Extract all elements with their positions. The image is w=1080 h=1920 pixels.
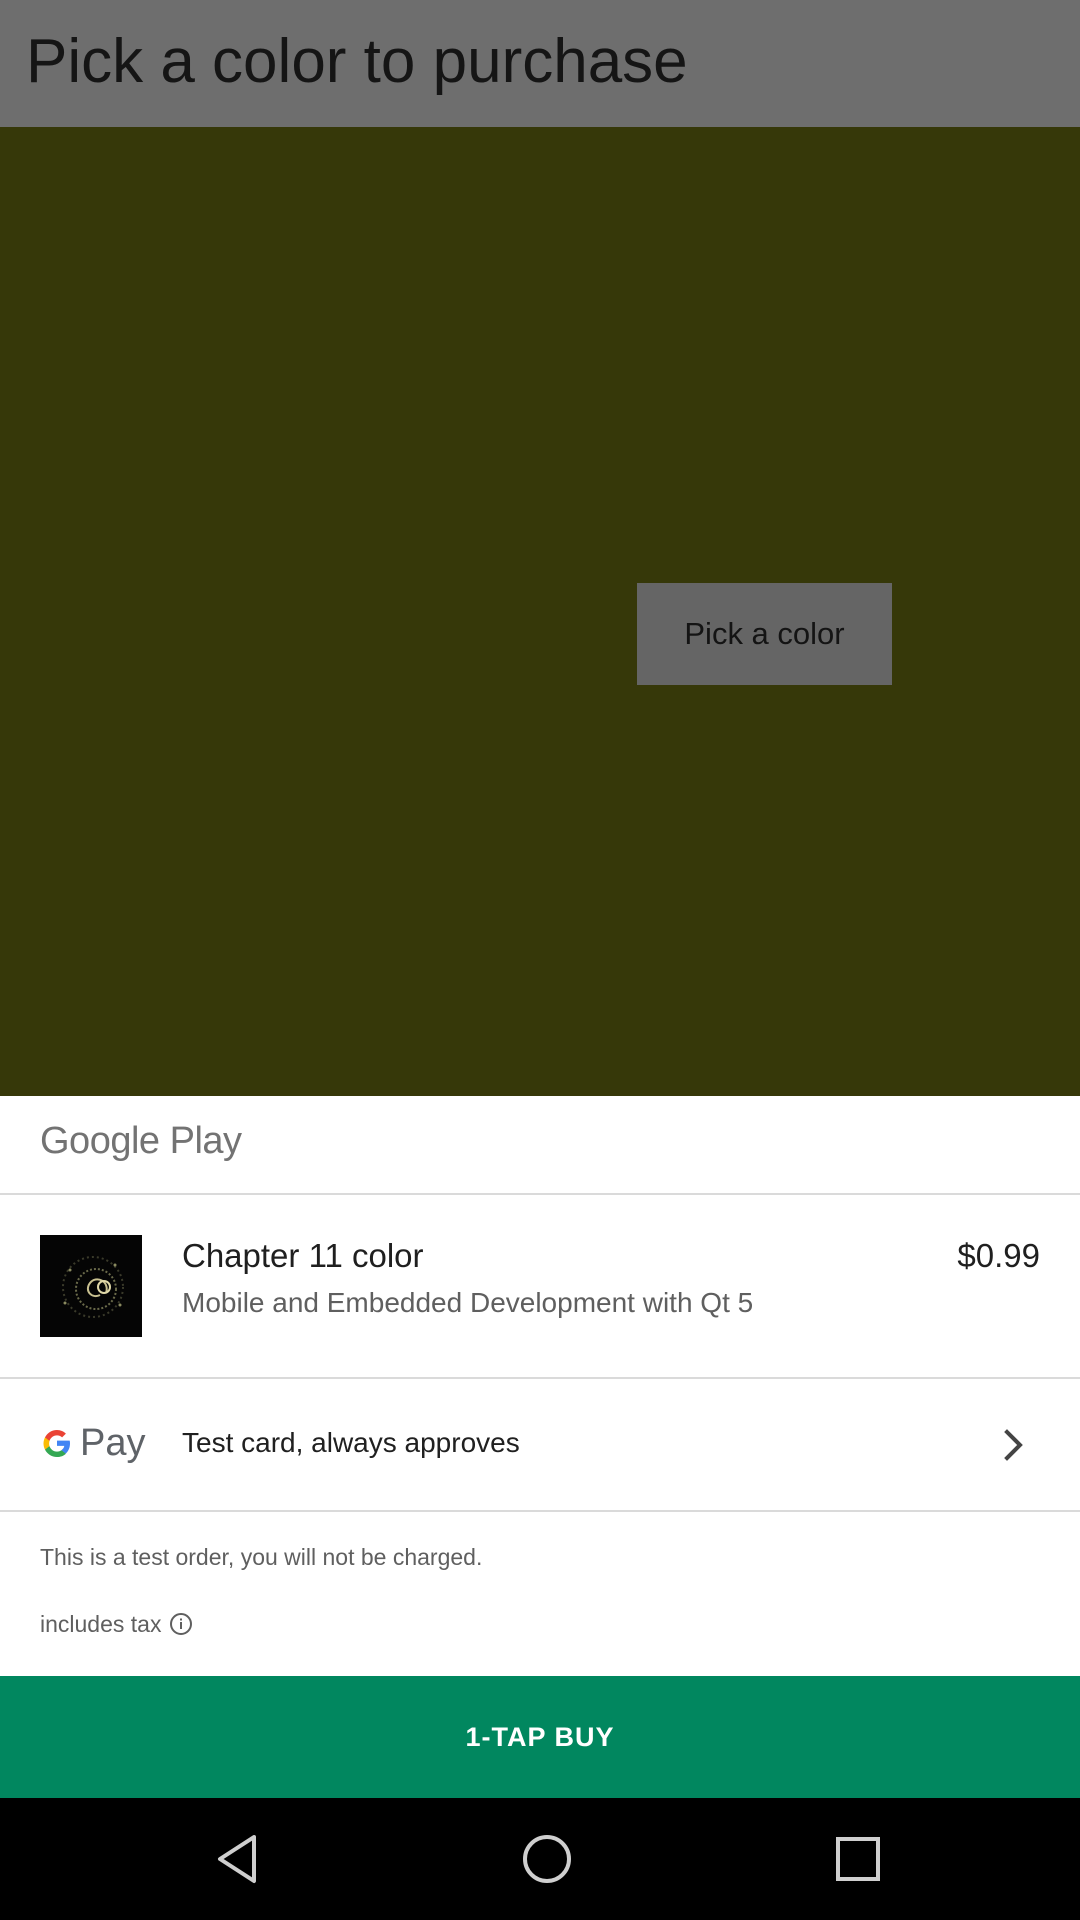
tax-label: includes tax (40, 1610, 162, 1637)
tax-row: includes tax (40, 1609, 193, 1639)
product-price: $0.99 (957, 1237, 1040, 1274)
app-bar: Pick a color to purchase (0, 0, 1080, 127)
google-pay-text: Pay (80, 1421, 146, 1464)
google-play-logo: Google Play (40, 1120, 242, 1162)
home-circle-icon[interactable] (517, 1829, 577, 1889)
back-triangle-icon[interactable] (208, 1829, 268, 1889)
google-pay-logo: Pay (40, 1421, 145, 1465)
color-preview-area: Pick a color (0, 127, 1080, 1096)
pick-color-button[interactable]: Pick a color (637, 583, 892, 685)
navigation-bar (0, 1798, 1080, 1920)
info-icon[interactable] (169, 1612, 193, 1636)
spiral-art-icon (40, 1235, 142, 1337)
payment-method-row[interactable]: Pay Test card, always approves (0, 1379, 1080, 1512)
payment-method-label: Test card, always approves (182, 1427, 520, 1458)
product-row: Chapter 11 color Mobile and Embedded Dev… (0, 1195, 1080, 1379)
product-title: Chapter 11 color (182, 1237, 424, 1274)
screen: Pick a color to purchase Pick a color Go… (0, 0, 1080, 1920)
test-order-note: This is a test order, you will not be ch… (40, 1544, 483, 1570)
chevron-right-icon[interactable] (994, 1425, 1034, 1465)
recents-square-icon[interactable] (828, 1829, 888, 1889)
google-g-icon (43, 1430, 70, 1457)
product-subtitle: Mobile and Embedded Development with Qt … (182, 1287, 754, 1318)
one-tap-buy-button[interactable]: 1-TAP BUY (0, 1676, 1080, 1798)
page-title: Pick a color to purchase (26, 27, 688, 96)
sheet-header: Google Play (0, 1096, 1080, 1195)
